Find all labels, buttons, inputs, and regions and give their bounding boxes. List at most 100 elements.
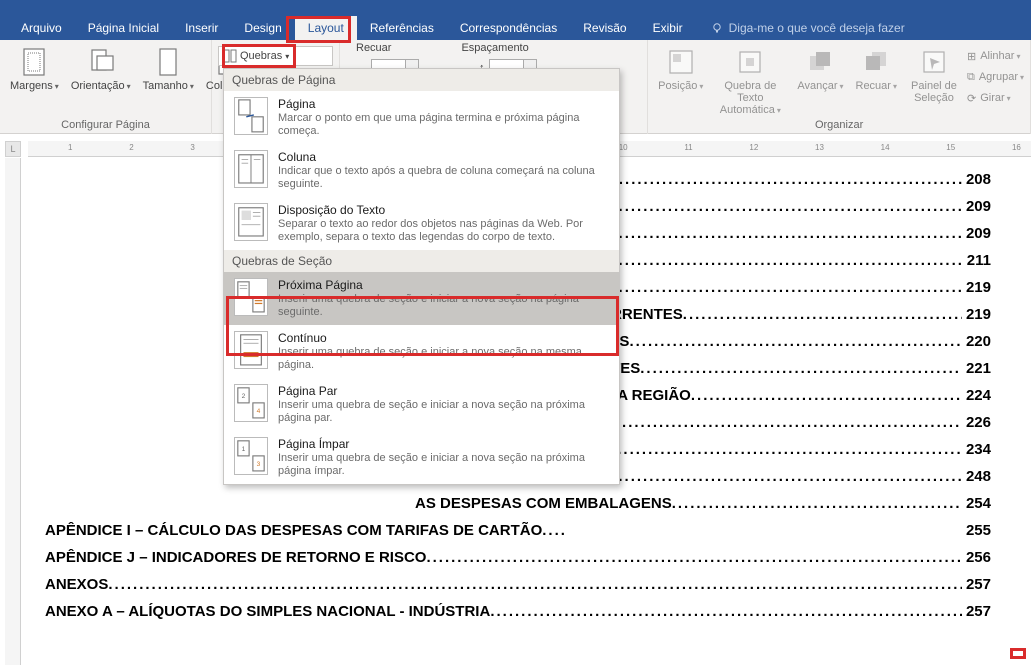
- recuar-label: Recuar: [356, 42, 391, 54]
- toc-leader: ........................................…: [683, 306, 962, 323]
- break-continuous-item[interactable]: ContínuoInserir uma quebra de seção e in…: [224, 325, 619, 378]
- ruler-corner: L: [5, 141, 21, 157]
- page-break-icon: [234, 97, 268, 135]
- toc-title: ANEXOS: [45, 576, 108, 593]
- break-page-item[interactable]: PáginaMarcar o ponto em que uma página t…: [224, 91, 619, 144]
- tab-layout[interactable]: Layout: [295, 16, 357, 40]
- even-page-break-icon: 24: [234, 384, 268, 422]
- orientacao-button[interactable]: Orientação: [67, 42, 135, 95]
- rotate-icon: ⟳: [967, 92, 976, 105]
- dropdown-header-page-breaks: Quebras de Página: [224, 69, 619, 91]
- break-text-wrapping-item[interactable]: Disposição do TextoSeparar o texto ao re…: [224, 197, 619, 250]
- tab-design[interactable]: Design: [231, 16, 294, 40]
- recuar-button[interactable]: Recuar: [852, 42, 901, 95]
- svg-text:3: 3: [257, 461, 261, 468]
- tab-pagina-inicial[interactable]: Página Inicial: [75, 16, 172, 40]
- toc-leader: ....: [542, 522, 962, 539]
- group-icon: ⧉: [967, 71, 975, 84]
- toc-page-number: 254: [962, 495, 991, 512]
- painel-selecao-button[interactable]: Painel de Seleção: [905, 42, 963, 106]
- toc-title: AS DESPESAS COM EMBALAGENS: [415, 495, 672, 512]
- toc-page-number: 255: [962, 522, 991, 539]
- toc-page-number: 257: [962, 603, 991, 620]
- align-icon: ⊞: [967, 50, 976, 63]
- toc-leader: ........................................…: [672, 495, 962, 512]
- avancar-button[interactable]: Avançar: [793, 42, 847, 95]
- toc-page-number: 220: [962, 333, 991, 350]
- ribbon-tabs: Arquivo Página Inicial Inserir Design La…: [0, 16, 1031, 40]
- toc-leader: ........................................…: [490, 603, 962, 620]
- tab-referencias[interactable]: Referências: [357, 16, 447, 40]
- toc-row: ANEXOS..................................…: [45, 576, 991, 603]
- svg-text:4: 4: [257, 408, 261, 415]
- break-even-page-item[interactable]: 24 Página ParInserir uma quebra de seção…: [224, 378, 619, 431]
- toc-row: ANEXO A – ALÍQUOTAS DO SIMPLES NACIONAL …: [45, 603, 991, 630]
- group-label-page-setup: Configurar Página: [6, 119, 205, 133]
- breaks-icon: [223, 49, 237, 63]
- margins-icon: [18, 46, 50, 78]
- text-wrap-break-icon: [234, 203, 268, 241]
- wrap-text-icon: [734, 46, 766, 78]
- toc-title: APÊNDICE I – CÁLCULO DAS DESPESAS COM TA…: [45, 522, 542, 539]
- toc-title: ANEXO A – ALÍQUOTAS DO SIMPLES NACIONAL …: [45, 603, 490, 620]
- orientation-icon: [85, 46, 117, 78]
- toc-leader: ........................................…: [108, 576, 962, 593]
- toc-page-number: 257: [962, 576, 991, 593]
- toc-row: APÊNDICE J – INDICADORES DE RETORNO E RI…: [45, 549, 991, 576]
- group-label-organizar: Organizar: [654, 119, 1024, 133]
- toc-page-number: 211: [963, 252, 991, 269]
- toc-leader: ........................................…: [586, 441, 962, 458]
- odd-page-break-icon: 13: [234, 437, 268, 475]
- selection-pane-icon: [918, 46, 950, 78]
- toc-leader: ........................................…: [426, 549, 962, 566]
- column-break-icon: [234, 150, 268, 188]
- toc-leader: ........................................…: [640, 360, 962, 377]
- espacamento-label: Espaçamento: [461, 42, 528, 54]
- tab-exibir[interactable]: Exibir: [640, 16, 696, 40]
- tab-arquivo[interactable]: Arquivo: [8, 16, 75, 40]
- toc-page-number: 209: [962, 225, 991, 242]
- tab-correspondencias[interactable]: Correspondências: [447, 16, 570, 40]
- continuous-break-icon: [234, 331, 268, 369]
- send-backward-icon: [860, 46, 892, 78]
- vertical-ruler[interactable]: [5, 158, 21, 665]
- agrupar-button[interactable]: ⧉Agrupar: [967, 67, 1024, 87]
- toc-page-number: 208: [962, 171, 991, 188]
- toc-leader: ........................................…: [691, 387, 962, 404]
- toc-page-number: 221: [962, 360, 991, 377]
- toc-leader: ........................................…: [588, 468, 962, 485]
- tab-inserir[interactable]: Inserir: [172, 16, 231, 40]
- toc-row: AS DESPESAS COM EMBALAGENS..............…: [415, 495, 991, 522]
- tell-me-placeholder: Diga-me o que você deseja fazer: [729, 21, 905, 35]
- break-column-item[interactable]: ColunaIndicar que o texto após a quebra …: [224, 144, 619, 197]
- toc-page-number: 256: [962, 549, 991, 566]
- dropdown-header-section-breaks: Quebras de Seção: [224, 250, 619, 272]
- toc-page-number: 248: [962, 468, 991, 485]
- window-titlebar: [0, 0, 1031, 16]
- breaks-dropdown: Quebras de Página PáginaMarcar o ponto e…: [223, 68, 620, 485]
- toc-title: APÊNDICE J – INDICADORES DE RETORNO E RI…: [45, 549, 426, 566]
- break-odd-page-item[interactable]: 13 Página ÍmparInserir uma quebra de seç…: [224, 431, 619, 484]
- toc-row: APÊNDICE I – CÁLCULO DAS DESPESAS COM TA…: [45, 522, 991, 549]
- svg-text:2: 2: [242, 393, 246, 400]
- svg-text:1: 1: [242, 446, 246, 453]
- quebra-texto-button[interactable]: Quebra de Texto Automática: [711, 42, 789, 119]
- tab-revisao[interactable]: Revisão: [570, 16, 639, 40]
- toc-page-number: 209: [962, 198, 991, 215]
- next-page-break-icon: [234, 278, 268, 316]
- alinhar-button[interactable]: ⊞Alinhar: [967, 46, 1024, 66]
- quebras-button[interactable]: Quebras▾: [218, 46, 333, 66]
- size-icon: [152, 46, 184, 78]
- tell-me-search[interactable]: Diga-me o que você deseja fazer: [710, 21, 905, 35]
- toc-page-number: 224: [962, 387, 991, 404]
- girar-button[interactable]: ⟳Girar: [967, 88, 1024, 108]
- toc-page-number: 234: [962, 441, 991, 458]
- break-next-page-item[interactable]: Próxima PáginaInserir uma quebra de seçã…: [224, 272, 619, 325]
- lightbulb-icon: [710, 21, 724, 35]
- tamanho-button[interactable]: Tamanho: [139, 42, 198, 95]
- margens-button[interactable]: Margens: [6, 42, 63, 95]
- bring-forward-icon: [804, 46, 836, 78]
- posicao-button[interactable]: Posição: [654, 42, 707, 95]
- toc-leader: ........................................…: [629, 333, 962, 350]
- toc-page-number: 219: [962, 306, 991, 323]
